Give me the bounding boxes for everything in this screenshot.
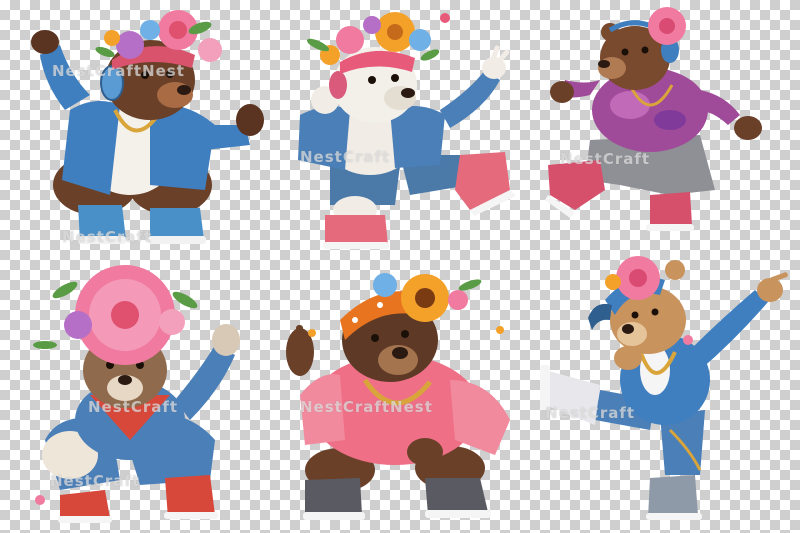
bear-figure-4 xyxy=(33,265,240,523)
bear-figure-2 xyxy=(298,12,516,249)
bear-figure-6 xyxy=(540,256,788,520)
bear-illustrations xyxy=(31,7,788,523)
sticker-sheet: NestCraftNest NestCraft NestCraft NestCr… xyxy=(0,0,800,533)
bear-figure-1 xyxy=(31,10,264,244)
bear-figure-3 xyxy=(545,7,762,231)
bear-figure-5 xyxy=(286,273,510,520)
